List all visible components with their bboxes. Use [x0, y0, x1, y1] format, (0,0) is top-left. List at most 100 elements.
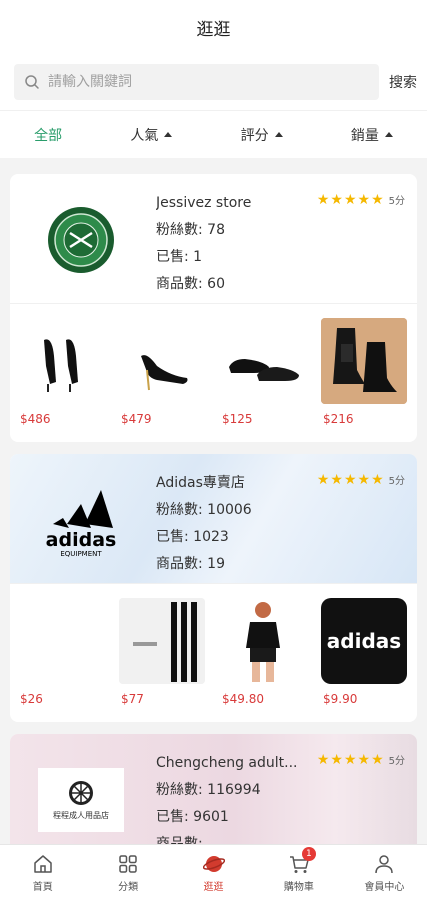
star-icon: ★: [357, 471, 371, 488]
adidas-logo-image: adidas EQUIPMENT: [46, 490, 117, 558]
product-logo-text: adidas: [326, 629, 402, 653]
star-icon: ★: [371, 751, 384, 768]
black-tshirt-model-image: [220, 598, 306, 684]
store-logo: adidas EQUIPMENT: [28, 468, 134, 572]
product-item[interactable]: $125: [220, 318, 308, 426]
product-item[interactable]: $49.80: [220, 598, 308, 706]
sort-up-icon: [384, 132, 393, 137]
store-products-count: 商品數: 19: [156, 556, 225, 572]
tab-label: 首頁: [32, 881, 53, 893]
citrus-icon: [69, 780, 93, 805]
star-icon: ★: [357, 191, 371, 208]
blank-image: [18, 598, 104, 684]
star-icon: ★: [343, 471, 357, 488]
home-icon: [33, 854, 52, 873]
store-card[interactable]: adidas EQUIPMENT Adidas專賣店 粉絲數: 10006 已售…: [10, 454, 417, 722]
category-icon: [119, 854, 137, 873]
white-stripe-pants-image: [119, 598, 205, 684]
star-icon: ★: [330, 751, 343, 768]
store-rating: ★ ★ ★ ★ ★ 5分: [316, 191, 405, 208]
search-input[interactable]: [48, 74, 369, 90]
product-item[interactable]: $77: [119, 598, 207, 706]
tab-cart[interactable]: 1 購物車: [256, 845, 341, 900]
rating-score: 5分: [388, 196, 405, 207]
star-icon: ★: [316, 191, 330, 208]
store-sold: 已售: 1: [156, 249, 203, 265]
search-button[interactable]: 搜索: [389, 72, 417, 92]
star-icon: ★: [330, 471, 343, 488]
store-card[interactable]: 程程成人用品店 Chengcheng adult... 粉絲數: 116994 …: [10, 734, 417, 844]
filter-popularity[interactable]: 人氣: [130, 125, 173, 145]
store-name: Chengcheng adult...: [156, 755, 298, 771]
rating-score: 5分: [388, 756, 405, 767]
tab-explore[interactable]: 逛逛: [171, 845, 256, 900]
product-item[interactable]: $486: [18, 318, 106, 426]
tab-label: 逛逛: [203, 881, 224, 893]
product-row: $486 $479 $125 $216: [10, 304, 417, 442]
filter-label: 全部: [34, 127, 63, 144]
page-title: 逛逛: [196, 19, 231, 40]
tab-member[interactable]: 會員中心: [342, 845, 427, 900]
store-list: Jessivez store 粉絲數: 78 已售: 1 商品數: 60 ★ ★ ★…: [0, 174, 427, 844]
search-row: 搜索: [0, 54, 427, 110]
search-icon: [25, 75, 39, 89]
product-item[interactable]: $479: [119, 318, 207, 426]
filter-label: 評分: [240, 127, 269, 144]
black-flat-shoe-image: [220, 318, 306, 404]
product-item[interactable]: adidas $9.90: [321, 598, 409, 706]
star-icon: ★: [343, 751, 357, 768]
filter-bar: 全部 人氣 評分 銷量: [0, 110, 427, 158]
star-icon: ★: [357, 751, 371, 768]
store-fans: 粉絲數: 10006: [156, 502, 252, 518]
svg-text:EQUIPMENT: EQUIPMENT: [60, 550, 102, 558]
store-sold: 已售: 9601: [156, 809, 229, 825]
product-price: $9.90: [323, 692, 358, 706]
store-rating: ★ ★ ★ ★ ★ 5分: [316, 751, 405, 768]
store-logo-text: 程程成人用品店: [53, 810, 109, 820]
filter-sales[interactable]: 銷量: [351, 125, 393, 145]
filter-label: 銷量: [350, 127, 379, 144]
adidas-logo-image: adidas: [321, 598, 407, 684]
store-logo: [28, 188, 134, 292]
product-price: $479: [121, 412, 152, 426]
store-logo: 程程成人用品店: [28, 748, 134, 844]
store-card[interactable]: Jessivez store 粉絲數: 78 已售: 1 商品數: 60 ★ ★ ★…: [10, 174, 417, 442]
star-icon: ★: [343, 191, 357, 208]
filter-label: 人氣: [130, 127, 159, 144]
product-item[interactable]: $26: [18, 598, 106, 706]
tab-label: 分類: [118, 881, 139, 893]
product-item[interactable]: $216: [321, 318, 409, 426]
star-icon: ★: [330, 191, 343, 208]
product-row: $26 $77 $49.80 adidas $9.90: [10, 584, 417, 722]
black-boots-image: [321, 318, 407, 404]
product-price: $216: [323, 412, 354, 426]
page-header: 逛逛: [0, 0, 427, 54]
product-price: $26: [20, 692, 43, 706]
product-price: $49.80: [222, 692, 264, 706]
store-name: Jessivez store: [156, 195, 252, 211]
store-sold: 已售: 1023: [156, 529, 229, 545]
tab-label: 購物車: [283, 881, 314, 893]
star-icon: ★: [316, 471, 330, 488]
store-rating: ★ ★ ★ ★ ★ 5分: [316, 471, 405, 488]
star-icon: ★: [371, 471, 384, 488]
user-icon: [375, 854, 394, 873]
star-icon: ★: [316, 751, 330, 768]
black-heel-bow-image: [18, 318, 104, 404]
tab-home[interactable]: 首頁: [0, 845, 85, 900]
filter-all[interactable]: 全部: [34, 125, 62, 145]
tab-label: 會員中心: [364, 881, 405, 893]
black-pump-image: [119, 318, 205, 404]
svg-text:adidas: adidas: [46, 529, 117, 551]
filter-rating[interactable]: 評分: [241, 125, 283, 145]
sort-up-icon: [164, 132, 173, 137]
planet-icon: [202, 855, 225, 872]
store-products-count: 商品數: 60: [156, 276, 225, 292]
search-box[interactable]: [14, 64, 379, 100]
tab-category[interactable]: 分類: [85, 845, 170, 900]
store-logo-box: 程程成人用品店: [38, 768, 124, 832]
cart-badge: 1: [301, 847, 316, 861]
product-price: $77: [121, 692, 144, 706]
store-header: 程程成人用品店 Chengcheng adult... 粉絲數: 116994 …: [10, 734, 417, 844]
store-fans: 粉絲數: 116994: [156, 782, 261, 798]
